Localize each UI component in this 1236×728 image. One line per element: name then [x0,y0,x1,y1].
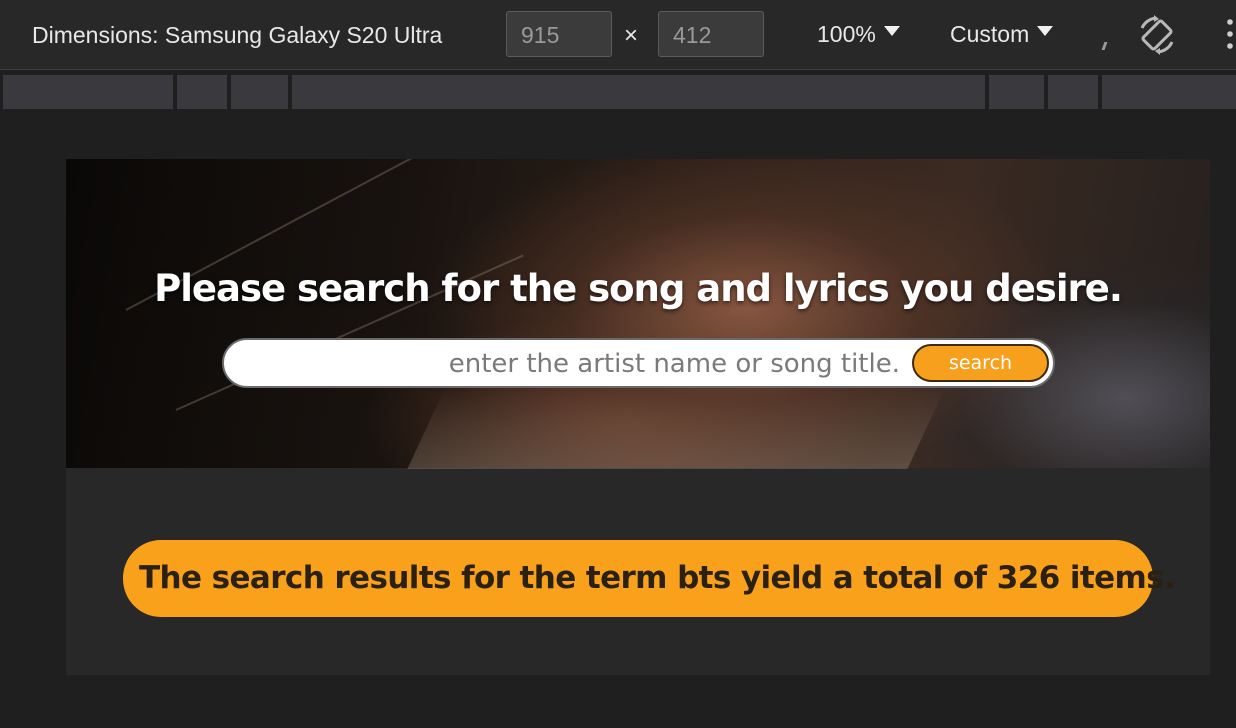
chevron-down-icon [1037,25,1054,36]
search-result-banner: The search results for the term bts yiel… [123,540,1176,617]
media-query-segment[interactable] [177,75,227,109]
search-form: search [222,338,1055,388]
rotate-button[interactable] [1136,14,1178,56]
dimensions-times-separator: × [624,22,639,49]
media-query-bar [0,73,1236,110]
viewport-width-input[interactable]: 915 [506,11,612,57]
search-input[interactable] [264,344,904,384]
media-query-segment[interactable] [1048,75,1098,109]
media-query-segment[interactable] [231,75,288,109]
zoom-dropdown[interactable]: 100% [817,21,900,48]
zoom-label: 100% [817,21,876,47]
search-result-text: The search results for the term bts yiel… [139,560,1176,596]
device-toolbar: Dimensions: Samsung Galaxy S20 Ultra 915… [0,0,1236,70]
media-query-segment[interactable] [3,75,173,109]
chevron-down-icon [883,25,900,36]
viewport-height-input[interactable]: 412 [658,11,764,57]
more-vertical-icon [1227,19,1233,49]
media-query-segment[interactable] [1102,75,1236,109]
more-options-button[interactable] [1222,18,1236,54]
throttling-label: Custom [950,21,1030,47]
hero-piano-keys [407,389,945,469]
toolbar-divider [1101,42,1108,50]
rotate-icon [1140,15,1174,55]
emulated-page: Please search for the song and lyrics yo… [66,159,1210,675]
throttling-dropdown[interactable]: Custom [950,21,1054,48]
media-query-segment[interactable] [989,75,1044,109]
media-query-segment[interactable] [292,75,985,109]
hero-banner: Please search for the song and lyrics yo… [66,159,1210,469]
device-dimensions-dropdown[interactable]: Dimensions: Samsung Galaxy S20 Ultra [32,22,492,49]
hero-title: Please search for the song and lyrics yo… [154,267,1123,310]
search-button[interactable]: search [912,344,1049,382]
